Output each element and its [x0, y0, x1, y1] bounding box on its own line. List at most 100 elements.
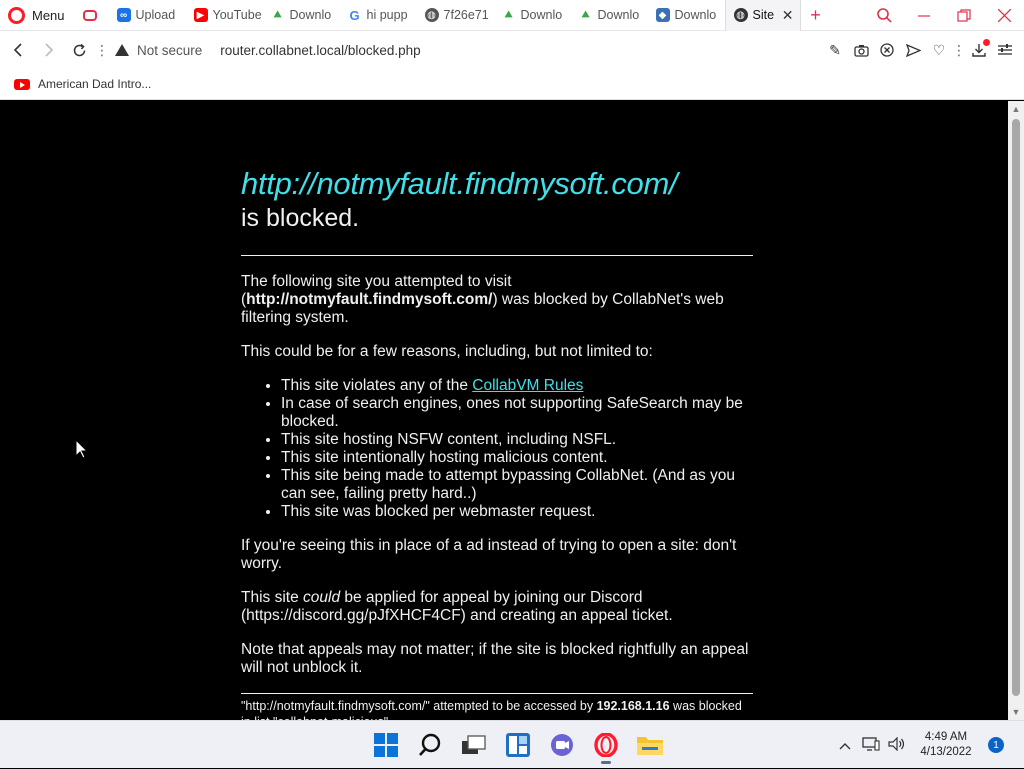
- tab-label: 7f26e71: [443, 8, 489, 22]
- tab-label: Downlo: [520, 8, 563, 22]
- globe-icon: ◍: [733, 8, 748, 22]
- tab-gamepad[interactable]: [75, 0, 109, 31]
- tab-download-2[interactable]: ⯅ Downlo: [494, 0, 571, 31]
- download-leaf-icon: ⯅: [580, 7, 591, 22]
- tab-label: Downlo: [289, 8, 332, 22]
- snapshot-camera-icon[interactable]: [848, 31, 874, 69]
- gamepad-icon: [82, 9, 97, 21]
- list-item: This site was blocked per webmaster requ…: [281, 503, 753, 521]
- security-indicator[interactable]: Not secure: [115, 43, 202, 58]
- ad-note-paragraph: If you're seeing this in place of a ad i…: [241, 537, 737, 572]
- file-explorer-icon[interactable]: [628, 725, 672, 765]
- reasons-list: This site violates any of the CollabVM R…: [281, 377, 753, 521]
- easy-setup-sliders-icon[interactable]: [992, 31, 1018, 69]
- list-item: In case of search engines, ones not supp…: [281, 395, 753, 431]
- youtube-icon: [14, 78, 30, 90]
- tab-youtube[interactable]: ▶ YouTube: [186, 0, 263, 31]
- restore-icon[interactable]: [944, 0, 984, 31]
- collabvm-rules-link[interactable]: CollabVM Rules: [472, 377, 583, 394]
- bookmark-label: American Dad Intro...: [38, 77, 152, 91]
- web-page: http://notmyfault.findmysoft.com/ is blo…: [0, 101, 1008, 720]
- tab-label: Upload: [135, 8, 176, 22]
- download-leaf-icon: ⯅: [272, 7, 283, 22]
- youtube-icon: ▶: [193, 8, 208, 22]
- divider: [241, 255, 753, 256]
- tab-close-icon[interactable]: ✕: [782, 7, 794, 24]
- system-clock[interactable]: 4:49 AM 4/13/2022: [910, 730, 982, 760]
- address-kebab-icon[interactable]: ⋮: [95, 42, 109, 59]
- scroll-up-icon[interactable]: ▲: [1008, 101, 1024, 117]
- tab-label: Downlo: [674, 8, 717, 22]
- infinity-icon: ∞: [116, 8, 131, 22]
- footer-log: "http://notmyfault.findmysoft.com/" atte…: [241, 693, 753, 720]
- list-item: This site violates any of the CollabVM R…: [281, 377, 753, 395]
- reload-button[interactable]: [64, 31, 95, 69]
- google-icon: G: [349, 7, 360, 23]
- reasons-intro: This could be for a few reasons, includi…: [241, 343, 653, 360]
- security-label: Not secure: [137, 42, 203, 58]
- tab-strip: Menu ∞ Upload ▶ YouTube ⯅ Downlo G hi pu…: [0, 0, 1024, 31]
- list-item: This site hosting NSFW content, includin…: [281, 431, 753, 449]
- opera-logo-icon: [8, 6, 25, 24]
- easy-setup-icon[interactable]: ✎: [822, 31, 848, 69]
- tab-label: Site: [752, 8, 775, 22]
- teams-chat-icon[interactable]: [540, 725, 584, 765]
- page-scrollbar[interactable]: ▲ ▼: [1008, 101, 1024, 720]
- tab-site-active[interactable]: ◍ Site ✕: [724, 0, 801, 31]
- clock-time: 4:49 AM: [924, 731, 968, 743]
- ad-blocker-icon[interactable]: [874, 31, 900, 69]
- tab-label: hi pupp: [366, 8, 408, 22]
- blocked-url-heading: http://notmyfault.findmysoft.com/: [241, 166, 678, 201]
- tab-google-search[interactable]: G hi pupp: [340, 0, 417, 31]
- opera-icon[interactable]: [584, 725, 628, 765]
- appeal-paragraph: This site could be applied for appeal by…: [241, 589, 673, 624]
- tab-label: YouTube: [212, 8, 262, 22]
- mouse-cursor-icon: [75, 438, 89, 464]
- appeal-note-paragraph: Note that appeals may not matter; if the…: [241, 641, 749, 676]
- more-kebab-icon[interactable]: ⋮: [952, 42, 966, 59]
- widgets-icon[interactable]: [496, 725, 540, 765]
- chevron-up-icon[interactable]: [832, 737, 858, 753]
- new-tab-button[interactable]: +: [801, 0, 831, 31]
- search-icon[interactable]: [408, 725, 452, 765]
- url-field[interactable]: router.collabnet.local/blocked.php: [220, 43, 420, 58]
- search-tabs-icon[interactable]: [864, 0, 904, 31]
- clock-date: 4/13/2022: [920, 746, 972, 758]
- tab-hash[interactable]: ◍ 7f26e71: [417, 0, 494, 31]
- scroll-thumb[interactable]: [1012, 119, 1020, 696]
- bookmark-american-dad[interactable]: American Dad Intro...: [14, 77, 151, 91]
- send-icon[interactable]: [900, 31, 926, 69]
- minimize-icon[interactable]: [904, 0, 944, 31]
- tab-label: Downlo: [597, 8, 640, 22]
- menu-label: Menu: [32, 7, 65, 23]
- address-bar: ⋮ Not secure router.collabnet.local/bloc…: [0, 31, 1024, 69]
- heart-icon[interactable]: ♡: [926, 31, 952, 69]
- network-icon[interactable]: [858, 736, 884, 754]
- tab-download-1[interactable]: ⯅ Downlo: [263, 0, 340, 31]
- scroll-down-icon[interactable]: ▼: [1008, 704, 1024, 720]
- intro-paragraph: The following site you attempted to visi…: [241, 273, 724, 326]
- opera-menu-button[interactable]: Menu: [0, 0, 75, 31]
- download-leaf-icon: ⯅: [503, 7, 514, 22]
- notification-badge[interactable]: 1: [988, 737, 1004, 753]
- tab-upload[interactable]: ∞ Upload: [109, 0, 186, 31]
- download-notification-dot: [983, 39, 990, 46]
- windows-start-icon[interactable]: [364, 725, 408, 765]
- tab-download-4[interactable]: ◆ Downlo: [648, 0, 725, 31]
- warning-icon: [115, 44, 129, 56]
- blocked-message: http://notmyfault.findmysoft.com/ is blo…: [241, 167, 753, 720]
- task-view-icon[interactable]: [452, 725, 496, 765]
- bookmarks-bar: American Dad Intro...: [0, 69, 1024, 100]
- back-button[interactable]: [2, 31, 33, 69]
- cube-icon: ◆: [655, 8, 670, 22]
- globe-icon: ◍: [424, 8, 439, 22]
- list-item: This site intentionally hosting maliciou…: [281, 449, 753, 467]
- list-item: This site being made to attempt bypassin…: [281, 467, 753, 503]
- forward-button[interactable]: [33, 31, 64, 69]
- volume-icon[interactable]: [884, 736, 910, 754]
- blocked-suffix-heading: is blocked.: [241, 204, 360, 232]
- close-window-icon[interactable]: [984, 0, 1024, 31]
- download-icon[interactable]: [966, 31, 992, 69]
- tab-download-3[interactable]: ⯅ Downlo: [571, 0, 648, 31]
- windows-taskbar: 4:49 AM 4/13/2022 1: [0, 720, 1024, 768]
